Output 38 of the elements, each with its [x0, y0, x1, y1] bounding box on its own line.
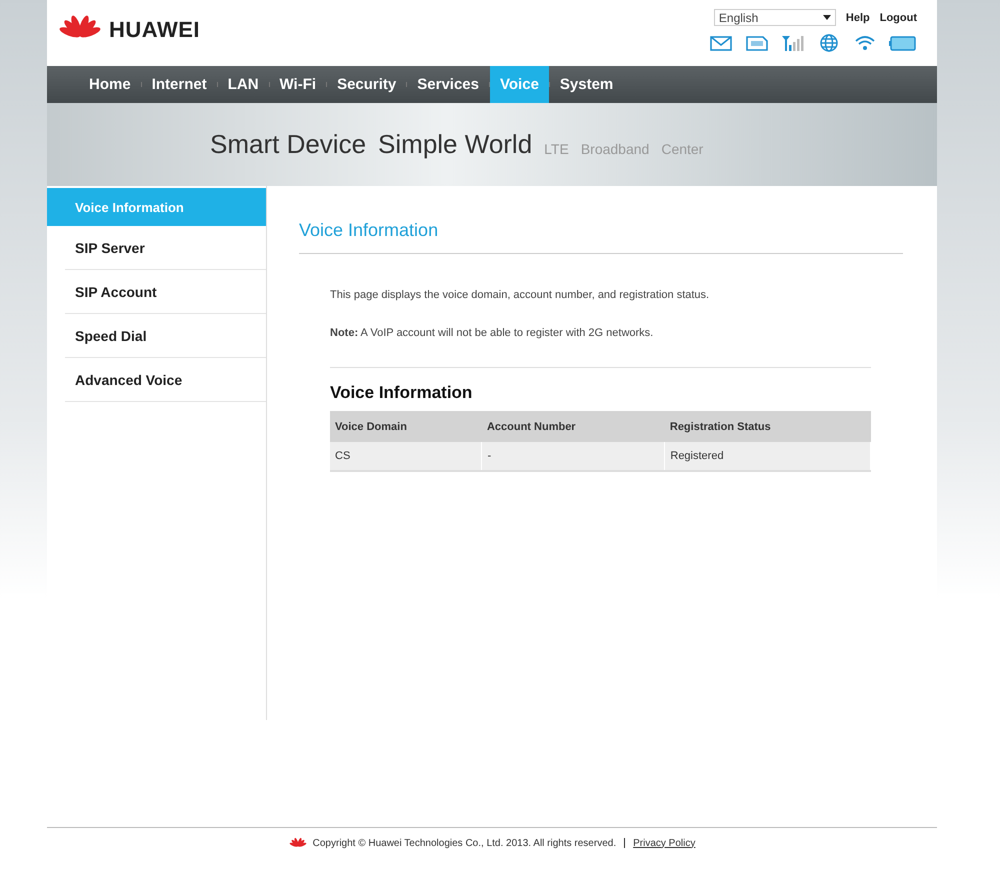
slogan-text: Simple World [378, 129, 532, 160]
column-header: Account Number [482, 411, 665, 442]
header-link[interactable]: Logout [880, 12, 917, 24]
mail-icon[interactable] [709, 34, 733, 52]
privacy-policy-link[interactable]: Privacy Policy [633, 838, 696, 848]
nav-tab[interactable]: Wi-Fi [270, 66, 326, 103]
table-cell: - [482, 442, 665, 471]
signal-icon[interactable] [781, 34, 805, 52]
description-text: This page displays the voice domain, account number, and registration status. [330, 289, 710, 301]
header-link[interactable]: Help [846, 12, 870, 24]
nav-tab[interactable]: Security [327, 66, 406, 103]
nav-tab[interactable]: System [550, 66, 624, 103]
nav-tab[interactable]: LAN [218, 66, 269, 103]
sidebar-item[interactable]: SIP Account [65, 270, 266, 314]
nav-tab[interactable]: Home [79, 66, 141, 103]
wifi-icon[interactable] [853, 34, 877, 52]
copyright-text: Copyright © Huawei Technologies Co., Ltd. 2013. All rights reserved. [312, 838, 616, 848]
section-title: Voice Information [330, 383, 474, 403]
column-header: Registration Status [664, 411, 870, 442]
battery-icon[interactable] [889, 34, 917, 52]
logo-text: HUAWEI [109, 17, 200, 43]
tagline-text: Center [661, 140, 704, 156]
sidebar-item[interactable]: SIP Server [65, 226, 266, 270]
tagline-text: Broadband [580, 140, 650, 156]
nav-tab[interactable]: Services [407, 66, 489, 103]
column-header: Voice Domain [330, 411, 482, 442]
sidebar-item[interactable]: Advanced Voice [65, 358, 266, 402]
slogan-text: Smart Device [210, 129, 366, 160]
nav-tab[interactable]: Internet [142, 66, 217, 103]
page-title: Voice Information [299, 220, 903, 254]
tagline-text: LTE [544, 140, 569, 156]
table-cell: CS [330, 442, 482, 471]
logo-icon [288, 836, 307, 850]
language-dropdown[interactable]: English [714, 9, 836, 26]
sim-card-icon[interactable] [745, 34, 769, 52]
sidebar-item[interactable]: Speed Dial [65, 314, 266, 358]
table-cell: Registered [664, 442, 870, 471]
note-text: Note: A VoIP account will not be able to register with 2G networks. [330, 327, 871, 368]
